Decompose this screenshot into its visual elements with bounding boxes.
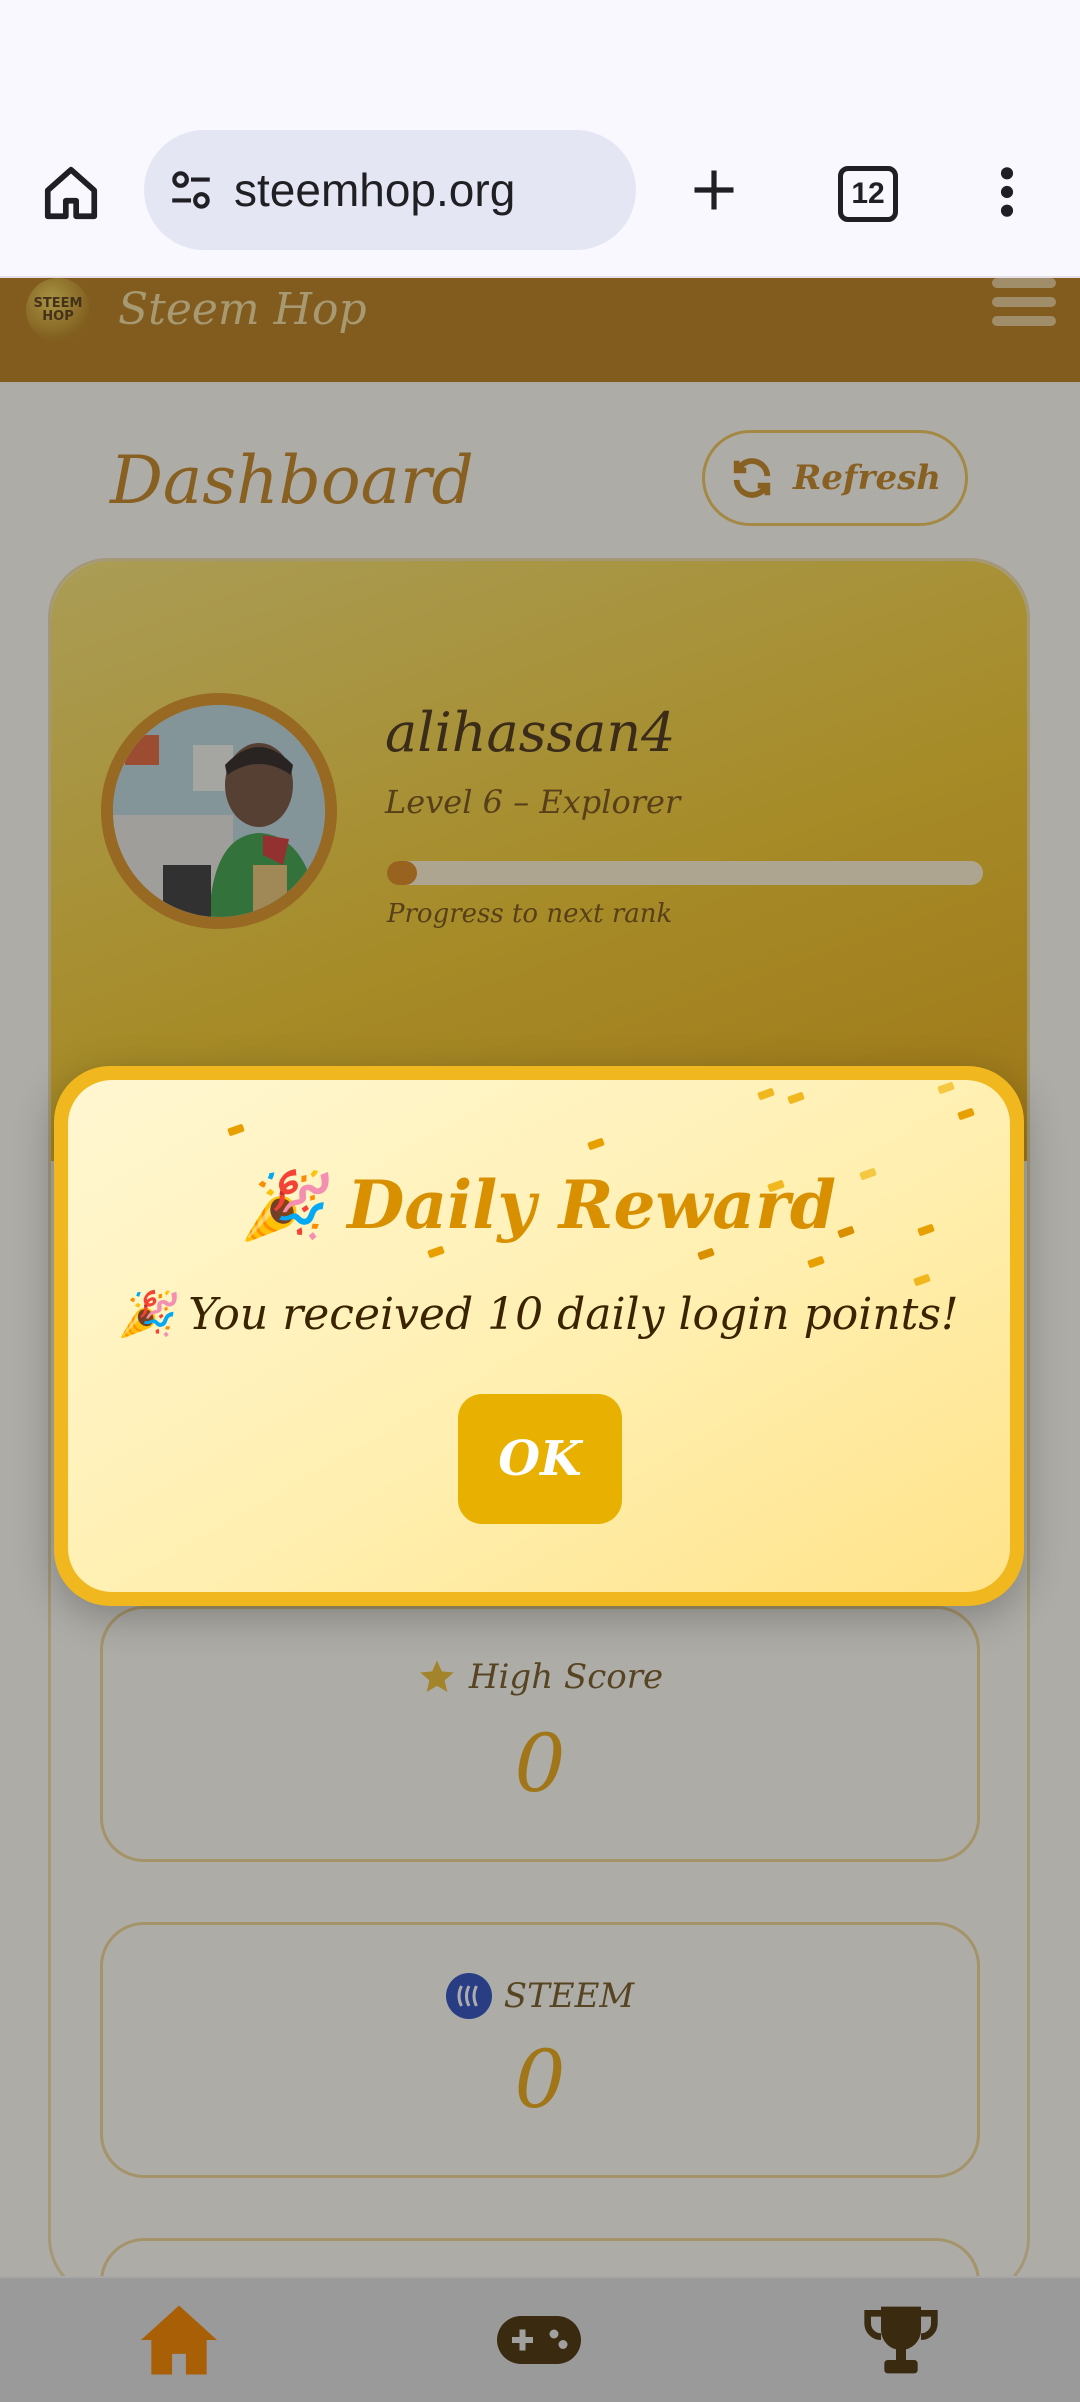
modal-message: 🎉 You received 10 daily login points! bbox=[119, 1289, 959, 1340]
nav-home[interactable] bbox=[134, 2300, 224, 2380]
party-popper-icon: 🎉 bbox=[119, 1289, 175, 1340]
new-tab-icon[interactable] bbox=[688, 164, 740, 216]
modal-body: 🎉 Daily Reward 🎉 You received 10 daily l… bbox=[68, 1080, 1010, 1592]
address-bar[interactable]: steemhop.org bbox=[144, 130, 636, 250]
nav-leaderboard[interactable] bbox=[856, 2300, 946, 2380]
trophy-icon bbox=[864, 2306, 938, 2374]
more-menu-icon[interactable] bbox=[990, 164, 1024, 220]
url-text[interactable]: steemhop.org bbox=[234, 163, 515, 217]
status-bar bbox=[0, 0, 1080, 120]
modal-title: 🎉 Daily Reward bbox=[242, 1166, 836, 1244]
home-icon bbox=[141, 2305, 217, 2375]
party-popper-icon: 🎉 bbox=[242, 1166, 325, 1244]
daily-reward-modal: 🎉 Daily Reward 🎉 You received 10 daily l… bbox=[54, 1066, 1024, 1606]
browser-toolbar: steemhop.org 12 bbox=[0, 120, 1080, 278]
gamepad-icon bbox=[497, 2316, 581, 2364]
home-button-icon[interactable] bbox=[40, 162, 102, 224]
bottom-navigation bbox=[0, 2276, 1080, 2402]
nav-games[interactable] bbox=[494, 2300, 584, 2380]
site-settings-icon[interactable] bbox=[166, 165, 216, 215]
tab-switcher-button[interactable]: 12 bbox=[838, 166, 898, 222]
ok-button[interactable]: OK bbox=[458, 1394, 622, 1524]
